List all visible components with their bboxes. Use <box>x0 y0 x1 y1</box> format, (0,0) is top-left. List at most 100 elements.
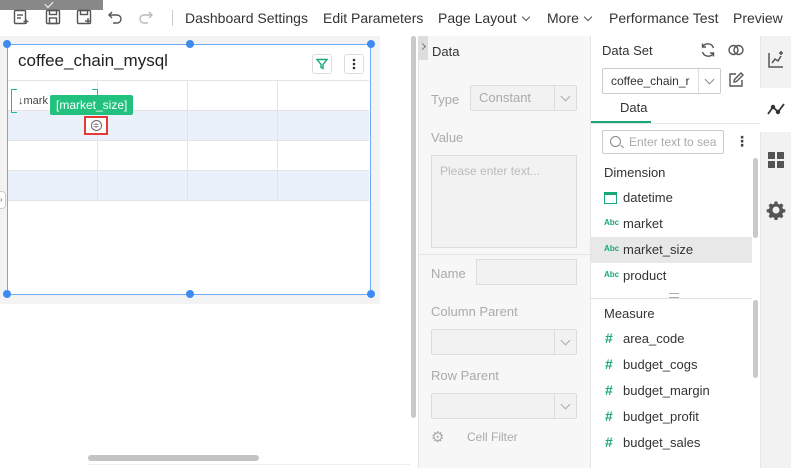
resize-handle[interactable] <box>186 290 194 298</box>
type-label: Type <box>431 92 460 107</box>
table-cell[interactable] <box>278 171 368 200</box>
type-select[interactable]: Constant <box>470 85 577 111</box>
table-cell[interactable] <box>98 141 188 170</box>
vertical-scrollbar[interactable] <box>753 300 758 378</box>
trend-icon[interactable] <box>760 88 791 132</box>
more-icon[interactable] <box>344 54 364 74</box>
number-icon: # <box>605 356 613 372</box>
redo-icon[interactable] <box>137 8 155 26</box>
column-parent-label: Column Parent <box>431 304 518 319</box>
value-placeholder: Please enter text... <box>440 164 541 178</box>
table-cell[interactable] <box>98 171 188 200</box>
resize-handle[interactable] <box>186 40 194 48</box>
table-row <box>8 171 369 201</box>
new-icon[interactable] <box>12 8 30 26</box>
table-cell[interactable] <box>278 111 368 140</box>
resize-handle[interactable] <box>367 40 375 48</box>
table-cell[interactable] <box>188 81 278 110</box>
field-market-size[interactable]: Abc market_size <box>591 237 752 263</box>
components-icon[interactable] <box>760 138 791 182</box>
field-name: datetime <box>623 190 673 205</box>
save-icon[interactable] <box>44 8 62 26</box>
menu-label: Edit Parameters <box>323 10 424 26</box>
field-area-code[interactable]: # area_code <box>591 326 752 352</box>
table-cell[interactable] <box>278 141 368 170</box>
table-cell[interactable] <box>188 111 278 140</box>
tab-data[interactable]: Data <box>620 100 647 115</box>
table-cell[interactable] <box>278 81 368 110</box>
widget-title: coffee_chain_mysql <box>18 51 168 70</box>
field-datetime[interactable]: datetime <box>591 185 752 211</box>
table-cell[interactable] <box>8 141 98 170</box>
settings-icon[interactable] <box>760 188 791 232</box>
value-label: Value <box>431 130 464 145</box>
horizontal-scrollbar[interactable] <box>88 455 259 461</box>
menu-dashboard-settings[interactable]: Dashboard Settings <box>185 10 308 26</box>
field-search[interactable] <box>602 130 724 154</box>
field-name: market <box>623 216 663 231</box>
field-name: budget_cogs <box>623 357 698 372</box>
dashboard-canvas[interactable]: coffee_chain_mysql ↓mark [market_size] ≑ <box>0 36 410 468</box>
menu-edit-parameters[interactable]: Edit Parameters <box>323 10 423 26</box>
expand-icon[interactable]: ≑ <box>84 116 108 135</box>
field-budget-sales[interactable]: # budget_sales <box>591 430 752 456</box>
table-row <box>8 111 369 141</box>
field-budget-profit[interactable]: # budget_profit <box>591 404 752 430</box>
section-splitter[interactable] <box>591 291 752 299</box>
data-set-title: Data Set <box>602 43 653 58</box>
resize-handle[interactable] <box>3 290 11 298</box>
menu-more[interactable]: More <box>547 10 593 26</box>
resize-handle[interactable] <box>3 40 11 48</box>
table-cell[interactable] <box>8 171 98 200</box>
divider <box>591 123 760 124</box>
expand-glyph: ≑ <box>90 120 102 131</box>
menu-label: Performance Test <box>609 10 719 26</box>
column-parent-select[interactable] <box>431 329 577 355</box>
cell-filter-button[interactable]: Cell Filter <box>467 430 518 444</box>
undo-icon[interactable] <box>106 8 124 26</box>
properties-title: Data <box>432 44 460 59</box>
menu-label: More <box>547 10 579 26</box>
text-icon: Abc <box>604 270 620 279</box>
resize-handle[interactable] <box>367 290 375 298</box>
value-textarea[interactable]: Please enter text... <box>431 155 577 248</box>
table-cell[interactable] <box>188 171 278 200</box>
menu-preview[interactable]: Preview <box>733 10 783 26</box>
number-icon: # <box>605 382 613 398</box>
field-name: budget_profit <box>623 409 699 424</box>
field-budget-cogs[interactable]: # budget_cogs <box>591 352 752 378</box>
table-widget[interactable]: coffee_chain_mysql ↓mark [market_size] ≑ <box>7 44 371 295</box>
number-icon: # <box>605 434 613 450</box>
edit-icon[interactable] <box>727 71 745 89</box>
filter-icon[interactable] <box>312 54 332 74</box>
dataset-select[interactable]: coffee_chain_r <box>602 68 721 94</box>
cell-binding-text: ↓mark <box>18 95 48 107</box>
search-input[interactable] <box>629 133 723 151</box>
menu-performance-test[interactable]: Performance Test <box>609 10 718 26</box>
chevron-down-icon <box>583 12 593 22</box>
link-datasets-icon[interactable] <box>727 41 745 59</box>
collapse-panel-button[interactable] <box>418 36 428 60</box>
refresh-icon[interactable] <box>699 41 717 59</box>
row-parent-select[interactable] <box>431 393 577 419</box>
chevron-down-icon <box>44 0 54 9</box>
field-product[interactable]: Abc product <box>591 263 752 289</box>
more-icon[interactable]: ⋮ <box>735 133 749 151</box>
gear-icon[interactable]: ⚙ <box>431 430 447 446</box>
name-input[interactable] <box>476 259 577 285</box>
field-budget-margin[interactable]: # budget_margin <box>591 378 752 404</box>
save-as-icon[interactable] <box>75 8 93 26</box>
table-cell[interactable] <box>98 111 188 140</box>
vertical-scrollbar[interactable] <box>411 36 416 418</box>
dataset-value: coffee_chain_r <box>611 74 690 88</box>
field-name: area_code <box>623 331 685 346</box>
chart-add-icon[interactable] <box>760 38 791 82</box>
expand-left-panel-button[interactable]: › <box>0 191 6 209</box>
table-cell[interactable] <box>188 141 278 170</box>
text-icon: Abc <box>604 218 620 227</box>
vertical-scrollbar[interactable] <box>753 158 758 238</box>
menu-page-layout[interactable]: Page Layout <box>438 10 530 26</box>
calendar-icon <box>604 192 617 204</box>
toolbar: Dashboard Settings Edit Parameters Page … <box>0 0 791 36</box>
field-market[interactable]: Abc market <box>591 211 752 237</box>
